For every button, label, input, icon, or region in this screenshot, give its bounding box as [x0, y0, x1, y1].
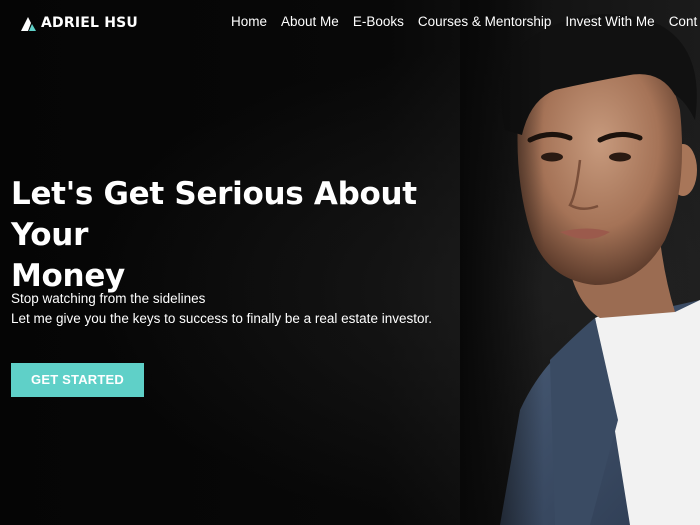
- get-started-button[interactable]: GET STARTED: [11, 363, 144, 397]
- nav-item-about-me[interactable]: About Me: [281, 14, 339, 29]
- main-nav: Home About Me E-Books Courses & Mentorsh…: [231, 14, 700, 29]
- nav-item-e-books[interactable]: E-Books: [353, 14, 404, 29]
- brand-name: ADRIEL HSU: [41, 15, 138, 31]
- mountain-logo-icon: [21, 16, 36, 31]
- site-header: ADRIEL HSU Home About Me E-Books Courses…: [0, 0, 700, 46]
- page: ADRIEL HSU Home About Me E-Books Courses…: [0, 0, 700, 525]
- hero-subtitle: Stop watching from the sidelines Let me …: [11, 289, 432, 329]
- brand-logo[interactable]: ADRIEL HSU: [20, 13, 138, 33]
- hero-subtitle-line-1: Stop watching from the sidelines: [11, 291, 206, 306]
- nav-item-contact[interactable]: Cont: [669, 14, 698, 29]
- nav-item-courses-mentorship[interactable]: Courses & Mentorship: [418, 14, 552, 29]
- hero-title: Let's Get Serious About Your Money: [11, 174, 501, 297]
- nav-item-home[interactable]: Home: [231, 14, 267, 29]
- nav-item-invest-with-me[interactable]: Invest With Me: [565, 14, 654, 29]
- hero-title-line-1: Let's Get Serious About Your: [11, 176, 417, 253]
- hero-subtitle-line-2: Let me give you the keys to success to f…: [11, 311, 432, 326]
